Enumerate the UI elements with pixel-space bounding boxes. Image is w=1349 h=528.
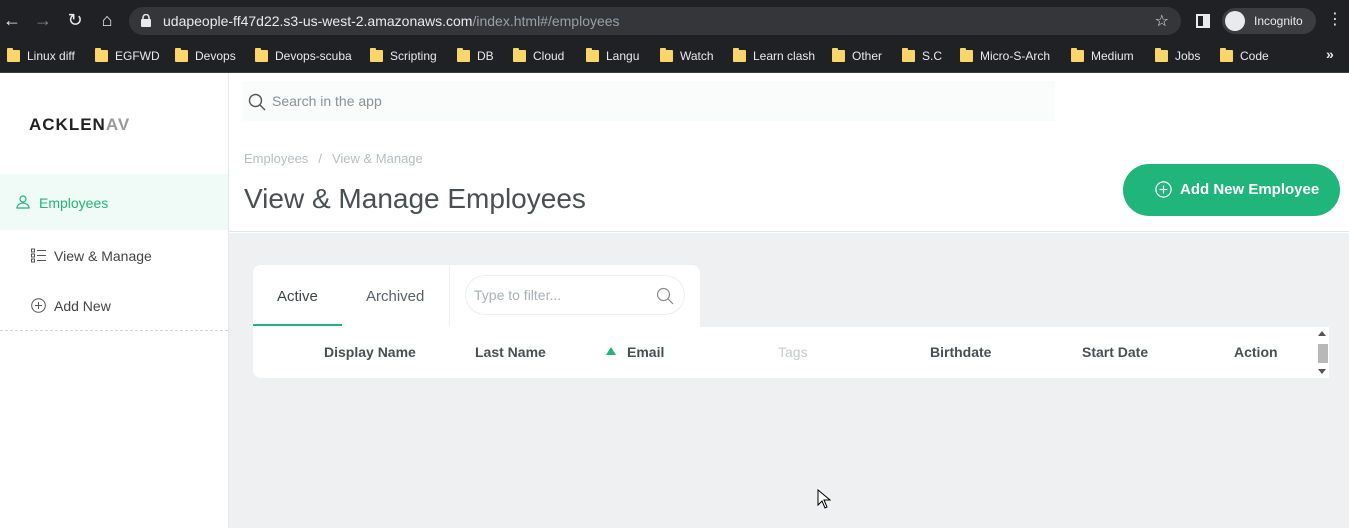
bookmarks-overflow-icon[interactable]: »	[1326, 46, 1334, 62]
folder-icon	[513, 48, 526, 62]
bookmark-folder[interactable]: Linux diff	[7, 47, 75, 65]
side-panel-icon[interactable]	[1196, 14, 1210, 28]
folder-icon	[255, 48, 268, 62]
address-bar[interactable]: udapeople-ff47d22.s3-us-west-2.amazonaws…	[129, 7, 1181, 35]
home-icon[interactable]: ⌂	[97, 10, 117, 30]
user-icon	[16, 195, 30, 209]
folder-icon	[902, 48, 915, 62]
tabs-panel: Active Archived Type to filter...	[253, 265, 700, 327]
bookmark-folder[interactable]: Cloud	[513, 47, 564, 65]
bookmark-folder[interactable]: Jobs	[1155, 47, 1200, 65]
folder-icon	[7, 48, 20, 62]
plus-circle-icon	[31, 298, 46, 313]
add-button-label: Add New Employee	[1180, 181, 1320, 198]
list-icon	[31, 248, 46, 263]
scroll-down-icon[interactable]	[1318, 369, 1326, 374]
search-placeholder: Search in the app	[272, 93, 382, 109]
folder-icon	[457, 48, 470, 62]
plus-circle-icon	[1155, 181, 1172, 198]
folder-icon	[370, 48, 383, 62]
search-icon	[656, 287, 674, 305]
sidebar-item-view-manage[interactable]: View & Manage	[0, 236, 228, 276]
url-text: udapeople-ff47d22.s3-us-west-2.amazonaws…	[163, 13, 620, 29]
mouse-cursor-icon	[817, 489, 831, 509]
folder-icon	[1155, 48, 1168, 62]
column-header-display-name[interactable]: Display Name	[324, 344, 416, 360]
bookmark-folder[interactable]: Watch	[660, 47, 714, 65]
page-title: View & Manage Employees	[244, 183, 586, 214]
scroll-up-icon[interactable]	[1318, 331, 1326, 336]
folder-icon	[1220, 48, 1233, 62]
folder-icon	[95, 48, 108, 62]
bookmark-folder[interactable]: Scripting	[370, 47, 437, 65]
bookmark-folder[interactable]: Learn clash	[733, 47, 815, 65]
column-header-birthdate[interactable]: Birthdate	[930, 344, 991, 360]
filter-placeholder: Type to filter...	[474, 287, 562, 303]
incognito-badge[interactable]: Incognito	[1222, 8, 1316, 34]
sidebar-item-label: View & Manage	[54, 248, 152, 264]
column-header-tags: Tags	[778, 344, 808, 360]
back-icon[interactable]: ←	[2, 10, 22, 30]
browser-toolbar: ← → ↻ ⌂ udapeople-ff47d22.s3-us-west-2.a…	[0, 0, 1349, 40]
header: Search in the app Employees / View & Manag…	[229, 73, 1349, 232]
table-header: Display Name Last Name Email Tags Birthd…	[253, 327, 1315, 378]
scroll-thumb[interactable]	[1318, 344, 1328, 363]
column-header-last-name[interactable]: Last Name	[475, 344, 546, 360]
breadcrumb-root[interactable]: Employees	[244, 151, 308, 166]
column-header-start-date[interactable]: Start Date	[1082, 344, 1148, 360]
sidebar-item-label: Employees	[39, 195, 109, 211]
folder-icon	[175, 48, 188, 62]
tab-divider	[449, 265, 450, 327]
sidebar-item-add-new[interactable]: Add New	[0, 286, 228, 326]
search-icon	[248, 93, 266, 111]
bookmark-star-icon[interactable]: ☆	[1155, 11, 1169, 31]
bookmark-folder[interactable]: Devops-scuba	[255, 47, 352, 65]
logo[interactable]: ACKLENAV	[29, 115, 129, 135]
folder-icon	[832, 48, 845, 62]
app-root: ACKLENAV Employees View & Manage Add New…	[0, 73, 1349, 528]
incognito-icon	[1225, 11, 1245, 31]
bookmark-folder[interactable]: Medium	[1071, 47, 1134, 65]
folder-icon	[733, 48, 746, 62]
tab-active[interactable]: Active	[277, 288, 318, 305]
forward-icon[interactable]: →	[33, 10, 53, 30]
column-header-action: Action	[1234, 344, 1278, 360]
active-tab-indicator	[253, 324, 342, 326]
reload-icon[interactable]: ↻	[65, 10, 85, 30]
breadcrumb: Employees / View & Manage	[244, 151, 423, 166]
filter-input[interactable]: Type to filter...	[465, 275, 685, 315]
bookmark-folder[interactable]: Langu	[586, 47, 639, 65]
sidebar-item-employees[interactable]: Employees	[0, 174, 228, 230]
lock-icon	[141, 14, 151, 27]
bookmark-folder[interactable]: DB	[457, 47, 494, 65]
table-scrollbar[interactable]	[1315, 327, 1329, 378]
bookmark-folder[interactable]: Other	[832, 47, 882, 65]
folder-icon	[586, 48, 599, 62]
breadcrumb-current: View & Manage	[331, 151, 423, 166]
main-content: Active Archived Type to filter... Displa…	[229, 233, 1349, 528]
add-new-employee-button[interactable]: Add New Employee	[1123, 164, 1340, 216]
bookmarks-bar: Linux diff EGFWD Devops Devops-scuba Scr…	[0, 40, 1349, 73]
folder-icon	[960, 48, 973, 62]
sidebar-divider	[0, 330, 228, 331]
breadcrumb-separator: /	[318, 151, 322, 166]
tab-archived[interactable]: Archived	[366, 288, 424, 305]
bookmark-folder[interactable]: S.C	[902, 47, 942, 65]
browser-menu-icon[interactable]: ⋮	[1327, 10, 1343, 30]
folder-icon	[1071, 48, 1084, 62]
bookmark-folder[interactable]: Micro-S-Arch	[960, 47, 1050, 65]
search-input[interactable]: Search in the app	[243, 81, 1055, 121]
sidebar: ACKLENAV Employees View & Manage Add New	[0, 73, 229, 528]
bookmark-folder[interactable]: EGFWD	[95, 47, 160, 65]
folder-icon	[660, 48, 673, 62]
bookmark-folder[interactable]: Code	[1220, 47, 1269, 65]
column-header-email[interactable]: Email	[627, 344, 664, 360]
sidebar-item-label: Add New	[54, 298, 111, 314]
bookmark-folder[interactable]: Devops	[175, 47, 236, 65]
sort-ascending-icon	[606, 347, 616, 355]
